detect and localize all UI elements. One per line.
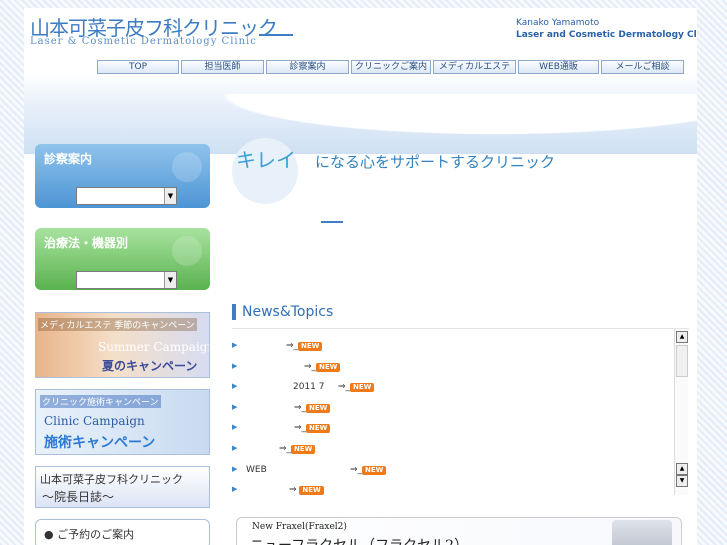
new-badge: NEW bbox=[291, 445, 316, 454]
banner-subtitle: Clinic Campaign bbox=[44, 414, 145, 428]
bullet-icon: ▶ bbox=[232, 465, 238, 473]
bullet-icon: ▶ bbox=[232, 485, 238, 493]
fraxel-banner[interactable]: New Fraxel(Fraxel2) ニューフラクセル（フラクセル2） bbox=[236, 517, 682, 545]
nav-medical-esthetic[interactable]: メディカルエステ bbox=[433, 60, 516, 74]
banner-title: 施術キャンペーン bbox=[44, 435, 156, 451]
hero-tagline-big: キレイ bbox=[236, 148, 296, 172]
main-nav: TOP 担当医師 診察案内 クリニックご案内 メディカルエステ WEB通販 メー… bbox=[97, 60, 684, 74]
chevron-down-icon[interactable]: ▼ bbox=[164, 272, 176, 288]
summer-campaign-banner[interactable]: メディカルエステ 季節のキャンペーン Summer Campaign 夏のキャン… bbox=[35, 312, 210, 378]
new-badge: NEW bbox=[306, 424, 331, 433]
fraxel-title: ニューフラクセル（フラクセル2） bbox=[250, 535, 468, 545]
bullet-icon: ▶ bbox=[232, 362, 238, 370]
reservation-banner[interactable]: ● ご予約のご案内 bbox=[35, 519, 210, 545]
consultation-box-title: 診察案内 bbox=[44, 152, 93, 166]
scroll-up-icon[interactable]: ▲ bbox=[676, 463, 688, 475]
header-clinic-name: Laser and Cosmetic Dermatology Clinic bbox=[516, 30, 697, 40]
banner-label: 山本可菜子皮フ科クリニック bbox=[40, 473, 183, 486]
hero-banner bbox=[24, 74, 697, 164]
banner-title: ～院長日誌～ bbox=[42, 490, 115, 504]
nav-web-shop[interactable]: WEB通販 bbox=[518, 60, 599, 74]
hero-tagline: になる心をサポートするクリニック bbox=[315, 153, 556, 171]
new-badge: NEW bbox=[299, 486, 324, 495]
nav-clinic-info[interactable]: クリニックご案内 bbox=[351, 60, 431, 74]
bullet-icon: ▶ bbox=[232, 341, 238, 349]
hero-divider bbox=[321, 221, 343, 223]
banner-label: メディカルエステ 季節のキャンペーン bbox=[38, 318, 197, 331]
scroll-down-icon[interactable]: ▼ bbox=[676, 475, 688, 487]
clinic-campaign-banner[interactable]: クリニック施術キャンペーン Clinic Campaign 施術キャンペーン bbox=[35, 389, 210, 455]
bullet-icon: ▶ bbox=[232, 403, 238, 411]
nav-top[interactable]: TOP bbox=[97, 60, 179, 74]
new-badge: NEW bbox=[298, 342, 323, 351]
logo-en-text: Laser & Cosmetic Dermatology Clinic bbox=[30, 36, 257, 47]
play-icon: ● bbox=[44, 528, 54, 541]
new-badge: NEW bbox=[306, 404, 331, 413]
new-badge: NEW bbox=[350, 383, 375, 392]
nav-consultation[interactable]: 診察案内 bbox=[266, 60, 349, 74]
fraxel-device-image bbox=[612, 520, 672, 545]
news-list: ▶ ⇒_ NEW ▶ ⇒_ NEW ▶ 2011 7 ⇒_ NEW ▶ ⇒_ NEW ▶ ⇒_ NEW… bbox=[232, 328, 689, 495]
fraxel-subtitle: New Fraxel(Fraxel2) bbox=[252, 522, 347, 532]
header-divider bbox=[259, 34, 293, 36]
page: 山本可菜子皮フ科クリニック Laser & Cosmetic Dermatolo… bbox=[24, 8, 697, 545]
consultation-select[interactable]: ▼ bbox=[76, 187, 177, 205]
director-blog-banner[interactable]: 山本可菜子皮フ科クリニック ～院長日誌～ bbox=[35, 466, 210, 508]
bullet-icon: ▶ bbox=[232, 382, 238, 390]
scroll-up-icon[interactable]: ▲ bbox=[676, 331, 688, 343]
banner-title: ご予約のご案内 bbox=[57, 528, 135, 541]
treatment-box: 治療法・機器別 ▼ bbox=[35, 228, 210, 290]
banner-label: クリニック施術キャンペーン bbox=[40, 395, 161, 408]
new-badge: NEW bbox=[362, 466, 387, 475]
chevron-down-icon[interactable]: ▼ bbox=[164, 188, 176, 204]
news-title: News&Topics bbox=[232, 304, 333, 320]
banner-title: 夏のキャンペーン bbox=[102, 359, 198, 373]
news-scrollbar[interactable]: ▲ ▲ ▼ bbox=[674, 329, 688, 495]
header-doctor-name: Kanako Yamamoto bbox=[516, 18, 600, 28]
consultation-box: 診察案内 ▼ bbox=[35, 144, 210, 208]
bullet-icon: ▶ bbox=[232, 444, 238, 452]
new-badge: NEW bbox=[316, 363, 341, 372]
banner-subtitle: Summer Campaign bbox=[98, 340, 210, 354]
treatment-box-title: 治療法・機器別 bbox=[44, 236, 129, 250]
treatment-select[interactable]: ▼ bbox=[76, 271, 177, 289]
scroll-thumb[interactable] bbox=[676, 345, 688, 377]
nav-doctor[interactable]: 担当医師 bbox=[181, 60, 264, 74]
nav-mail-consult[interactable]: メールご相談 bbox=[601, 60, 684, 74]
bullet-icon: ▶ bbox=[232, 423, 238, 431]
